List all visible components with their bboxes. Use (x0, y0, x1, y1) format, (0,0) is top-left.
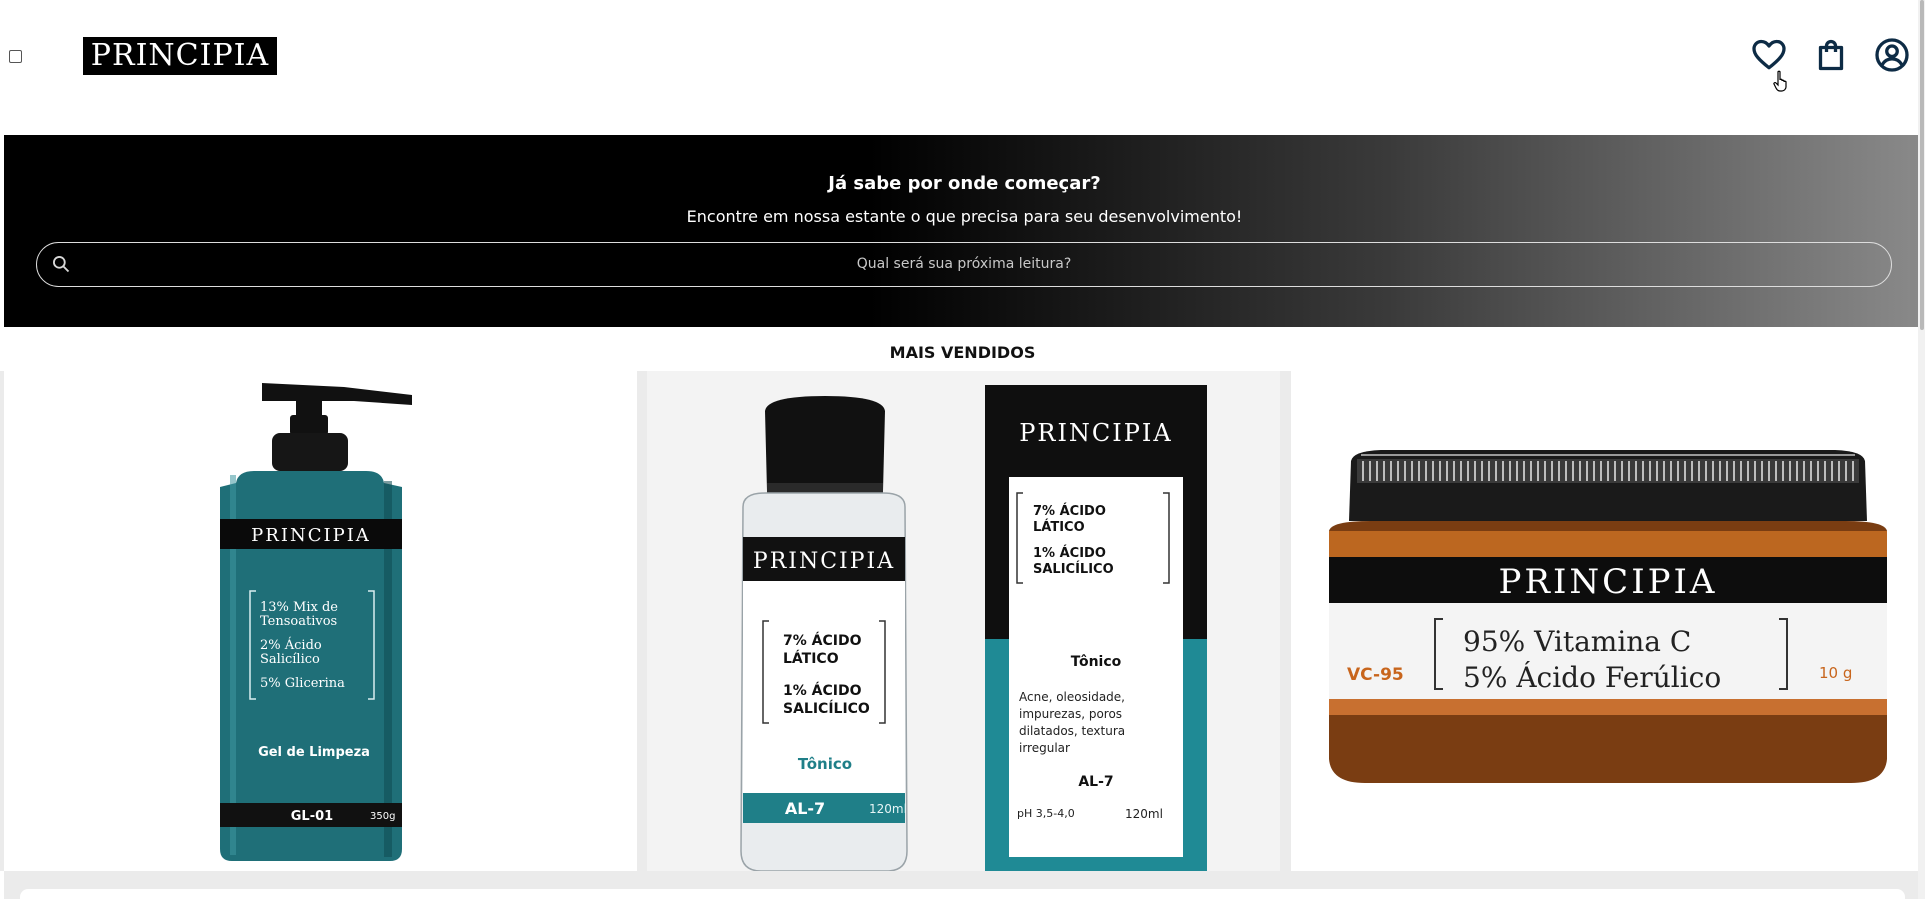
product-image-tonico: PRINCIPIA 7% ÁCIDO LÁTICO 1% ÁCIDO SALIC… (647, 371, 1280, 871)
menu-toggle-checkbox[interactable] (9, 50, 22, 63)
product-3-line-2: 5% Ácido Ferúlico (1463, 661, 1721, 694)
product-1-line-3: 2% Ácido (260, 637, 322, 653)
product-2-name: Tônico (798, 755, 852, 773)
product-2-box-desc-1: Acne, oleosidade, (1019, 690, 1125, 704)
wishlist-button[interactable] (1750, 36, 1788, 74)
product-2-box-line-3: 1% ÁCIDO (1033, 545, 1106, 561)
product-2-line-4: SALICÍLICO (783, 700, 870, 717)
bestsellers-carousel: PRINCIPIA 13% Mix de Tensoativos 2% Ácid… (0, 371, 1925, 871)
hero-title: Já sabe por onde começar? (828, 173, 1101, 194)
product-2-box-brand: PRINCIPIA (1019, 419, 1173, 447)
product-2-box-name: Tônico (1071, 654, 1122, 670)
product-3-line-1: 95% Vitamina C (1463, 625, 1691, 658)
product-2-line-2: LÁTICO (783, 650, 839, 667)
user-circle-icon (1875, 38, 1909, 72)
section-title-bestsellers: MAIS VENDIDOS (889, 343, 1036, 362)
search-bar[interactable] (36, 242, 1892, 287)
next-section-panel (20, 889, 1905, 899)
product-1-code: GL-01 (291, 809, 333, 824)
product-2-box-code: AL-7 (1078, 774, 1113, 790)
product-3-brand: PRINCIPIA (1499, 562, 1718, 602)
shopping-bag-icon (1818, 39, 1844, 71)
cart-button[interactable] (1812, 36, 1850, 74)
heart-icon (1752, 39, 1786, 70)
product-2-box-desc-4: irregular (1019, 741, 1070, 755)
page: PRINCIPIA Já sabe por onde começar? Enco… (0, 0, 1925, 899)
product-image-gel-bottle: PRINCIPIA 13% Mix de Tensoativos 2% Ácid… (220, 383, 412, 861)
product-2-box-line-2: LÁTICO (1033, 519, 1085, 535)
product-2-code: AL-7 (785, 799, 825, 818)
hero-subtitle: Encontre em nossa estante o que precisa … (686, 207, 1243, 226)
product-2-box-line-1: 7% ÁCIDO (1033, 503, 1106, 519)
site-header: PRINCIPIA (0, 0, 1925, 135)
product-1-name: Gel de Limpeza (258, 745, 370, 760)
product-1-line-2: Tensoativos (260, 614, 337, 629)
product-1-brand: PRINCIPIA (251, 525, 371, 546)
product-image-vitamina-c-jar: PRINCIPIA 95% Vitamina C 5% Ácido Ferúli… (1329, 450, 1887, 783)
product-2-box-ph: pH 3,5-4,0 (1017, 807, 1075, 820)
pointer-cursor-icon (1773, 70, 1787, 92)
product-2-box-size: 120ml (1125, 807, 1163, 821)
product-1-line-4: Salicílico (260, 652, 320, 667)
product-2-box-line-4: SALICÍLICO (1033, 561, 1114, 577)
search-input[interactable] (87, 243, 1841, 285)
product-2-box-desc-2: impurezas, poros (1019, 707, 1122, 721)
product-card-vitamina-c[interactable]: PRINCIPIA 95% Vitamina C 5% Ácido Ferúli… (1291, 371, 1925, 871)
product-1-size: 350g (370, 811, 395, 822)
product-1-line-1: 13% Mix de (260, 600, 338, 615)
brand-logo[interactable]: PRINCIPIA (83, 37, 277, 75)
product-3-size: 10 g (1819, 664, 1852, 682)
product-2-line-3: 1% ÁCIDO (783, 682, 862, 699)
product-2-line-1: 7% ÁCIDO (783, 632, 862, 649)
product-2-size: 120ml (869, 802, 907, 816)
product-2-brand: PRINCIPIA (753, 549, 895, 574)
product-3-code: VC-95 (1347, 665, 1404, 685)
account-button[interactable] (1873, 36, 1911, 74)
product-card-gel-de-limpeza[interactable]: PRINCIPIA 13% Mix de Tensoativos 2% Ácid… (4, 371, 637, 871)
product-card-tonico[interactable]: PRINCIPIA 7% ÁCIDO LÁTICO 1% ÁCIDO SALIC… (647, 371, 1280, 871)
search-hero-banner: Já sabe por onde começar? Encontre em no… (4, 135, 1925, 327)
search-icon (53, 255, 70, 273)
product-1-line-5: 5% Glicerina (260, 676, 345, 691)
page-scrollbar-thumb[interactable] (1920, 0, 1924, 330)
product-2-box-desc-3: dilatados, textura (1019, 724, 1125, 738)
